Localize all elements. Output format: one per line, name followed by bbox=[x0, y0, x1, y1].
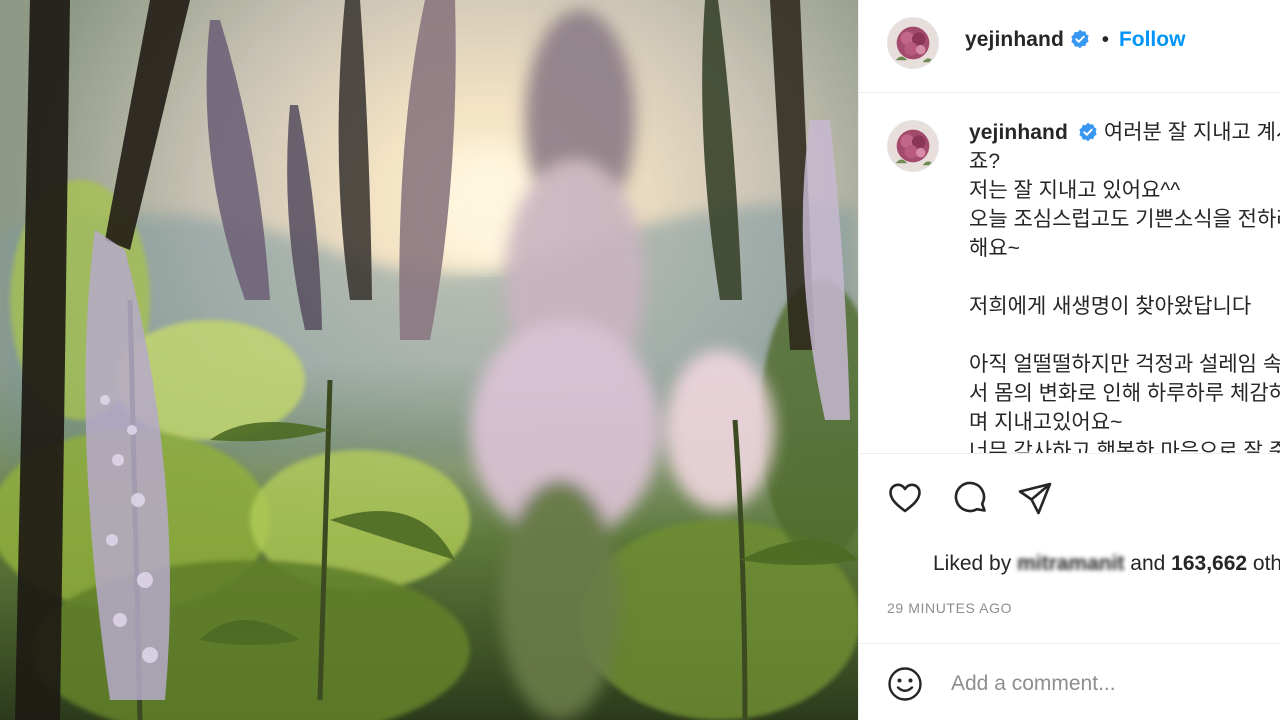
likes-user[interactable]: mitramanit bbox=[1017, 552, 1124, 575]
avatar-flower-icon bbox=[888, 18, 938, 68]
separator-dot: • bbox=[1101, 29, 1109, 51]
follow-button[interactable]: Follow bbox=[1119, 28, 1186, 51]
avatar[interactable] bbox=[887, 17, 939, 69]
post-header: yejinhand • Follow bbox=[859, 0, 1280, 93]
caption-username[interactable]: yejinhand bbox=[969, 121, 1068, 144]
emoji-icon[interactable] bbox=[887, 666, 923, 702]
post-timestamp[interactable]: 29 MINUTES AGO bbox=[887, 600, 1012, 616]
likes-suffix: others bbox=[1252, 552, 1280, 575]
caption: yejinhand여러분 잘 지내고 계시 죠? 저는 잘 지내고 있어요^^ … bbox=[969, 118, 1280, 453]
verified-badge-icon bbox=[1070, 29, 1090, 49]
verified-badge-icon bbox=[1078, 121, 1098, 142]
comment-input[interactable] bbox=[951, 666, 1271, 702]
avatar-flower-icon bbox=[888, 121, 938, 171]
caption-avatar[interactable] bbox=[887, 120, 939, 172]
likes-prefix: Liked by bbox=[933, 552, 1012, 575]
post-photo-image bbox=[0, 0, 858, 720]
heart-icon[interactable] bbox=[887, 480, 923, 516]
comment-icon[interactable] bbox=[953, 480, 989, 516]
post-photo[interactable] bbox=[0, 0, 858, 720]
likes-count[interactable]: 163,662 bbox=[1171, 552, 1247, 575]
caption-text: 여러분 잘 지내고 계시 죠? 저는 잘 지내고 있어요^^ 오늘 조심스럽고도… bbox=[969, 121, 1280, 453]
header-username[interactable]: yejinhand bbox=[965, 28, 1064, 51]
send-icon[interactable] bbox=[1017, 480, 1053, 516]
caption-area: yejinhand여러분 잘 지내고 계시 죠? 저는 잘 지내고 있어요^^ … bbox=[859, 93, 1280, 453]
likes-and: and bbox=[1130, 552, 1166, 575]
comment-bar bbox=[859, 643, 1280, 720]
header-user-line: yejinhand • Follow bbox=[965, 28, 1185, 52]
likes-line[interactable]: Liked by mitramanit and 163,662 others bbox=[933, 552, 1280, 576]
post-actions: Liked by mitramanit and 163,662 others 2… bbox=[859, 453, 1280, 644]
post-side-panel: yejinhand•Follow yejinhand여러분 잘 지내고 계시 죠… bbox=[858, 0, 1280, 720]
